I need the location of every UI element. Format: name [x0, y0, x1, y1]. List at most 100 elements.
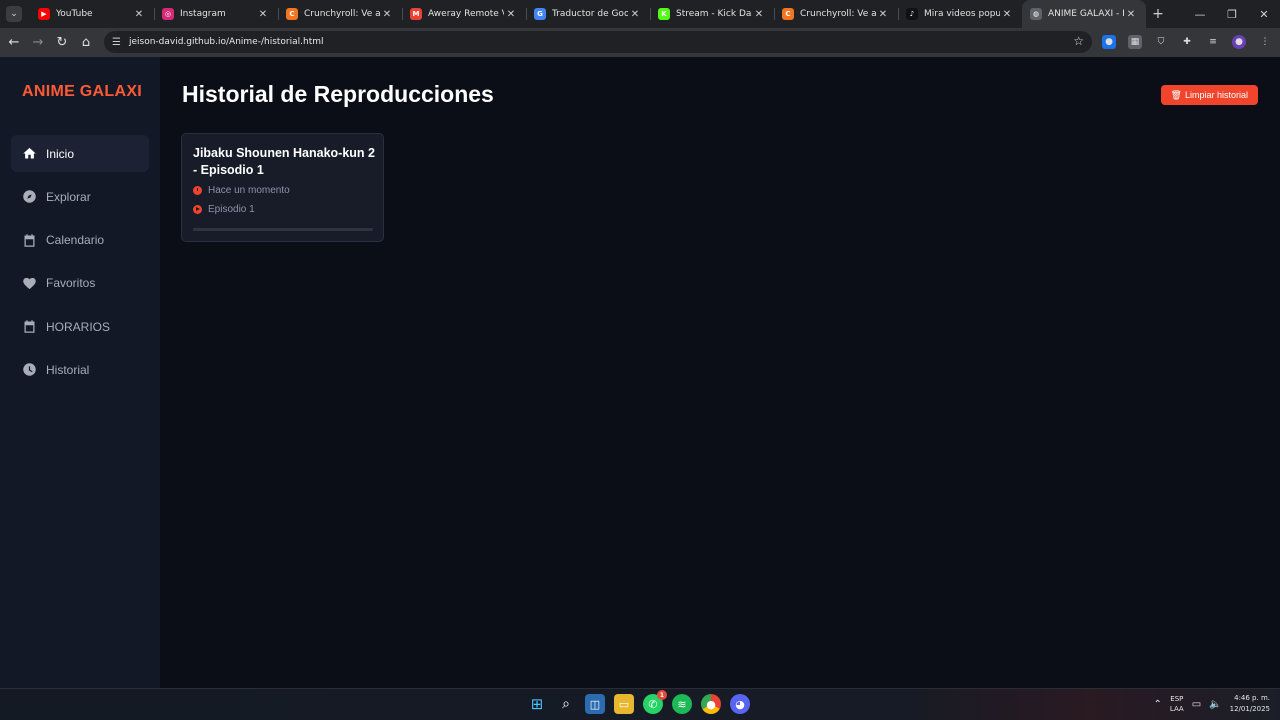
minimize-icon[interactable]: —: [1184, 0, 1216, 28]
search-icon[interactable]: ⌕: [556, 694, 576, 714]
tab-title: YouTube: [56, 9, 93, 19]
tray-chevron-icon[interactable]: ⌃: [1154, 699, 1162, 710]
sidebar: ANIME GALAXI Inicio Explorar Calendario Fav…: [0, 57, 160, 688]
tab-close-icon[interactable]: ✕: [1124, 9, 1138, 20]
language-indicator[interactable]: ESP LAA: [1170, 694, 1184, 714]
browser-tab[interactable]: C Crunchyroll: Ve anime✕: [278, 0, 402, 28]
sidebar-item-horarios[interactable]: HORARIOS: [11, 308, 149, 345]
close-window-icon[interactable]: ✕: [1248, 0, 1280, 28]
sidebar-item-favoritos[interactable]: Favoritos: [11, 265, 149, 302]
file-explorer-icon[interactable]: ▭: [614, 694, 634, 714]
sidebar-item-calendario[interactable]: Calendario: [11, 222, 149, 259]
reload-icon[interactable]: ↻: [50, 31, 74, 55]
browser-tab[interactable]: ◎ Instagram ✕: [154, 0, 278, 28]
windows-taskbar: ⊞ ⌕ ◫ ▭ ✆ 1 ≋ ● ◕ ⌃ ESP LAA ▭ 🔈 4:46 p. m…: [0, 688, 1280, 720]
tab-close-icon[interactable]: ✕: [1000, 9, 1014, 20]
address-bar[interactable]: ☰ jeison-david.github.io/Anime-/historia…: [104, 31, 1092, 53]
new-tab-button[interactable]: +: [1146, 0, 1170, 28]
browser-tab[interactable]: K Stream - Kick Dashbo✕: [650, 0, 774, 28]
history-card-episode: Episodio 1: [193, 204, 255, 215]
clock-icon: [193, 186, 202, 195]
sidebar-item-label: Historial: [46, 362, 90, 377]
tab-title: Stream - Kick Dashbo: [676, 9, 752, 19]
clock-icon: [21, 362, 37, 378]
home-icon[interactable]: ⌂: [74, 31, 98, 55]
gmail-icon: M: [410, 8, 422, 20]
spotify-icon[interactable]: ≋: [672, 694, 692, 714]
youtube-icon: ▶: [38, 8, 50, 20]
sidebar-item-label: Calendario: [46, 233, 105, 248]
extensions-puzzle-icon[interactable]: ✚: [1180, 35, 1194, 49]
windows-start-icon[interactable]: ⊞: [527, 694, 547, 714]
profile-avatar[interactable]: ●: [1232, 35, 1246, 49]
store-icon[interactable]: ◫: [585, 694, 605, 714]
tab-title: ANIME GALAXI - Histo: [1048, 9, 1124, 19]
compass-icon: [21, 189, 37, 205]
sidebar-nav: Inicio Explorar Calendario Favoritos HORARIO…: [11, 135, 149, 395]
system-tray: ⌃ ESP LAA ▭ 🔈 4:46 p. m. 12/01/2025: [1154, 693, 1271, 715]
network-icon[interactable]: ▭: [1192, 699, 1201, 710]
whatsapp-icon[interactable]: ✆ 1: [643, 690, 667, 714]
tab-title: Aweray Remote Verific: [428, 9, 504, 19]
extension-shield-icon[interactable]: ⛉: [1154, 35, 1168, 49]
page-title: Historial de Reproducciones: [182, 81, 494, 107]
browser-menu-icon[interactable]: ⋮: [1258, 35, 1272, 49]
clock[interactable]: 4:46 p. m. 12/01/2025: [1230, 693, 1270, 715]
clock-date: 12/01/2025: [1229, 705, 1270, 713]
browser-tab[interactable]: C Crunchyroll: Ve anime✕: [774, 0, 898, 28]
history-card[interactable]: Jibaku Shounen Hanako-kun 2 - Episodio 1…: [181, 133, 384, 242]
tiktok-icon: ♪: [906, 8, 918, 20]
lang-top: ESP: [1170, 695, 1184, 703]
tab-close-icon[interactable]: ✕: [752, 9, 766, 20]
tab-close-icon[interactable]: ✕: [628, 9, 642, 20]
main-content: Historial de Reproducciones 🗑 Limpiar hi…: [160, 57, 1280, 688]
tab-close-icon[interactable]: ✕: [504, 9, 518, 20]
home-icon: [21, 146, 37, 162]
tab-close-icon[interactable]: ✕: [256, 9, 270, 20]
tab-strip: ⌄ ▶ YouTube ✕ ◎ Instagram ✕ C Crunchyroll: Ve a…: [0, 0, 1280, 28]
clear-history-button[interactable]: 🗑 Limpiar historial: [1160, 85, 1258, 105]
sidebar-item-label: Explorar: [46, 189, 91, 204]
crunchyroll-icon: C: [782, 8, 794, 20]
play-icon: [193, 205, 202, 214]
instagram-icon: ◎: [162, 8, 174, 20]
tab-search-chevron-icon[interactable]: ⌄: [6, 6, 22, 22]
tab-close-icon[interactable]: ✕: [876, 9, 890, 20]
chrome-icon[interactable]: ●: [701, 694, 721, 714]
browser-tab[interactable]: G Traductor de Google✕: [526, 0, 650, 28]
sidebar-item-historial[interactable]: Historial: [11, 351, 149, 388]
browser-tab[interactable]: ▶ YouTube ✕: [30, 0, 154, 28]
tab-close-icon[interactable]: ✕: [380, 9, 394, 20]
discord-icon[interactable]: ◕: [730, 694, 750, 714]
calendar-icon: [21, 232, 37, 248]
history-card-episode-text: Episodio 1: [208, 204, 255, 215]
browser-tab[interactable]: M Aweray Remote Verific✕: [402, 0, 526, 28]
extension-grid-icon[interactable]: ▦: [1128, 35, 1142, 49]
restore-icon[interactable]: ❐: [1216, 0, 1248, 28]
window-controls: — ❐ ✕: [1184, 0, 1280, 28]
kick-icon: K: [658, 8, 670, 20]
tab-title: Traductor de Google: [552, 9, 628, 19]
tab-title: Mira videos populares: [924, 9, 1000, 19]
tab-title: Instagram: [180, 9, 226, 19]
sidebar-item-label: Favoritos: [46, 276, 96, 291]
lang-bottom: LAA: [1169, 705, 1184, 713]
site-info-icon[interactable]: ☰: [112, 37, 121, 48]
reading-list-icon[interactable]: ≡: [1206, 35, 1220, 49]
extension-blue-icon[interactable]: ●: [1102, 35, 1116, 49]
sidebar-item-label: HORARIOS: [46, 319, 111, 334]
sidebar-item-explorar[interactable]: Explorar: [11, 178, 149, 215]
browser-tab[interactable]: ♪ Mira videos populares✕: [898, 0, 1022, 28]
tab-title: Crunchyroll: Ve anime: [800, 9, 876, 19]
forward-icon[interactable]: →: [26, 31, 50, 55]
volume-icon[interactable]: 🔈: [1209, 699, 1221, 710]
globe-icon: ◍: [1030, 8, 1042, 20]
tab-close-icon[interactable]: ✕: [132, 9, 146, 20]
browser-tab[interactable]: ◍ ANIME GALAXI - Histo✕: [1022, 0, 1146, 28]
sidebar-item-inicio[interactable]: Inicio: [11, 135, 149, 172]
bookmark-star-icon[interactable]: ☆: [1073, 34, 1084, 48]
google-translate-icon: G: [534, 8, 546, 20]
back-icon[interactable]: ←: [2, 31, 26, 55]
brand-logo[interactable]: ANIME GALAXI: [22, 83, 142, 101]
whatsapp-badge: 1: [657, 690, 667, 700]
